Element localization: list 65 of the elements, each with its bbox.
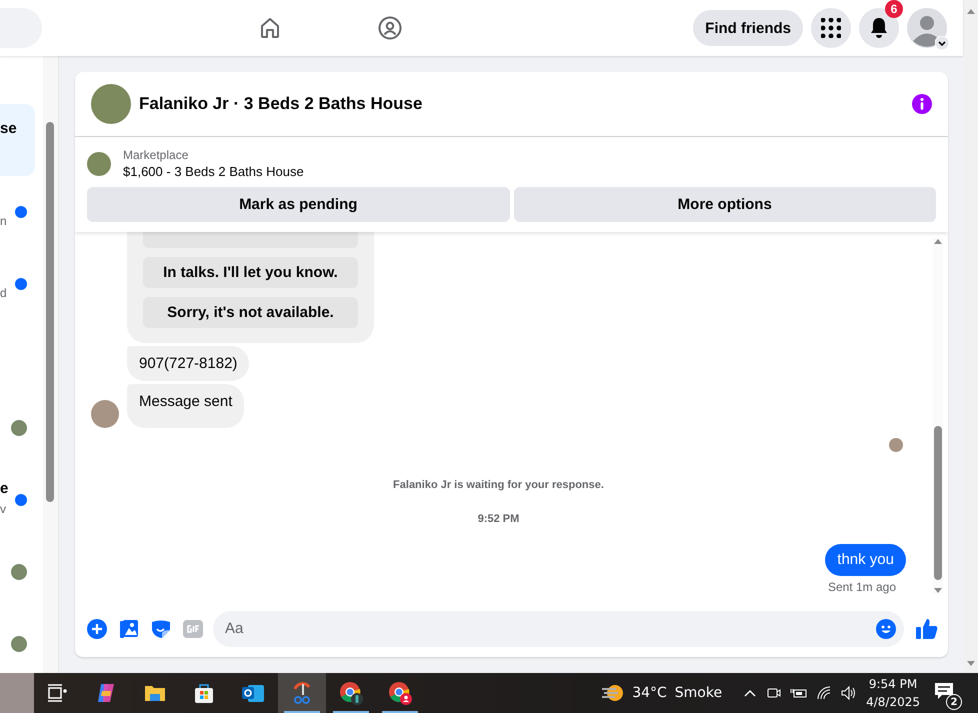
friends-icon[interactable] [378, 16, 402, 40]
message-bubble: Message sent [127, 384, 244, 428]
wifi-icon[interactable] [816, 685, 832, 701]
scrollbar[interactable] [933, 238, 943, 594]
taskbar-clock[interactable]: 9:54 PM 4/8/2025 [866, 675, 920, 711]
temperature: 34°C [632, 685, 667, 701]
listing-summary[interactable]: $1,600 - 3 Beds 2 Baths House [123, 163, 304, 181]
scroll-up-arrow-icon[interactable] [933, 238, 943, 244]
notification-count: 2 [946, 694, 962, 710]
photo-placeholder [91, 84, 131, 124]
status-notice: Falaniko Jr is waiting for your response. [393, 479, 604, 491]
find-friends-button[interactable]: Find friends [693, 10, 803, 46]
message-timestamp: 9:52 PM [478, 513, 520, 525]
plus-icon[interactable] [87, 618, 107, 638]
weather-icon [602, 683, 624, 703]
photo-placeholder [87, 152, 111, 176]
message-input-field[interactable]: Aa [213, 610, 904, 646]
copilot-icon [95, 682, 117, 704]
conversation-item[interactable]: se [0, 104, 35, 176]
thumbs-up-icon[interactable] [916, 618, 938, 640]
listing-action-button[interactable]: More options [514, 187, 936, 222]
conversation-title: Falaniko Jr · 3 Beds 2 Baths House [139, 94, 424, 114]
quick-reply-button[interactable]: In talks. I'll let you know. [143, 257, 358, 288]
message-preview: n [0, 214, 7, 228]
scroll-down-arrow-icon[interactable] [966, 661, 976, 667]
browser-icon [338, 680, 364, 706]
home-icon[interactable] [258, 16, 282, 40]
folder-icon [144, 683, 166, 703]
scroll-up-arrow-icon[interactable] [966, 8, 976, 14]
chevron-down-icon [935, 36, 949, 50]
browser-icon [387, 680, 413, 706]
delivery-status: Sent 1m ago [828, 580, 896, 594]
grid-icon [821, 18, 841, 38]
mail-icon [241, 682, 265, 704]
message-bubble: 907(727-8182) [127, 346, 250, 381]
read-avatar [11, 636, 27, 652]
read-avatar [11, 420, 27, 436]
photo-icon[interactable] [119, 618, 139, 638]
profile-avatar-icon [907, 8, 947, 48]
read-avatar [11, 564, 27, 580]
info-icon[interactable] [912, 94, 932, 114]
scroll-down-arrow-icon[interactable] [933, 588, 943, 594]
clock-date: 4/8/2025 [866, 694, 920, 711]
message-preview: d [0, 286, 7, 300]
listing-action-button[interactable]: Mark as pending [87, 187, 510, 222]
scrollbar[interactable] [43, 56, 59, 673]
clock-time: 9:54 PM [868, 676, 918, 693]
message-bubble: thnk you [825, 544, 906, 576]
bell-icon [869, 17, 889, 39]
message-preview: v [0, 502, 6, 516]
menu-button[interactable] [811, 8, 851, 48]
read-receipt-avatar [889, 438, 903, 452]
store-icon [193, 682, 215, 704]
listing-source: Marketplace [123, 147, 190, 163]
scissors-icon [291, 681, 313, 705]
conversation-name: se [0, 120, 17, 137]
account-button[interactable] [907, 8, 947, 48]
notification-badge: 6 [885, 0, 903, 18]
conversation-name: e [0, 480, 8, 497]
scrollbar[interactable] [963, 0, 978, 673]
task-view-icon [47, 684, 67, 702]
weather-condition: Smoke [674, 685, 722, 701]
quick-reply-button[interactable]: Sorry, it's not available. [143, 297, 358, 328]
emoji-icon[interactable] [876, 618, 896, 638]
sticker-icon[interactable] [151, 618, 171, 638]
